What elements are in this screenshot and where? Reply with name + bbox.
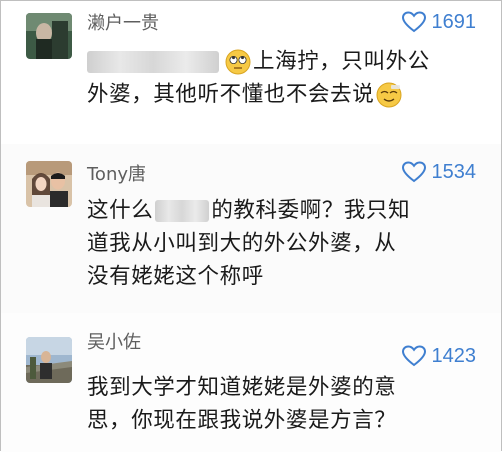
comment-line: 外婆，其他听不懂也不会去说: [87, 82, 375, 107]
avatar[interactable]: [26, 13, 72, 59]
comment-item: 濑户一贵 1691 上海拧，只叫外公 外婆，其他听不懂也不会去说: [1, 1, 501, 144]
comment-line: 没有姥姥这个称呼: [87, 264, 264, 289]
comment-item: Tony唐 1534 这什么 的教科委啊？我只知 道我从小叫到大的外公外婆，从 …: [1, 144, 501, 313]
comment-line: 思，你现在跟我说外婆是方言？: [87, 408, 397, 433]
blurred-mention: [87, 50, 219, 73]
like-button[interactable]: 1691: [401, 9, 477, 35]
username[interactable]: Tony唐: [87, 160, 146, 186]
rolling-eyes-emoji: [225, 49, 251, 74]
comment-line: 道我从小叫到大的外公外婆，从: [87, 231, 397, 256]
blurred-word: [155, 199, 210, 222]
comment-text: 这什么 的教科委啊？我只知 道我从小叫到大的外公外婆，从 没有姥姥这个称呼: [87, 194, 487, 293]
heart-outline-icon: [401, 161, 426, 183]
comment-line: 上海拧，只叫外公: [253, 49, 430, 74]
comment-item: 吴小佐 1423 我到大学才知道姥姥是外婆的意 思，你现在跟我说外婆是方言？: [1, 313, 501, 452]
username[interactable]: 濑户一贵: [87, 9, 159, 35]
comment-text: 我到大学才知道姥姥是外婆的意 思，你现在跟我说外婆是方言？: [87, 371, 487, 437]
like-button[interactable]: 1534: [401, 159, 477, 185]
like-count: 1423: [431, 344, 477, 367]
like-button[interactable]: 1423: [401, 343, 477, 369]
avatar[interactable]: [26, 337, 72, 383]
like-count: 1534: [431, 160, 477, 183]
comment-line: 的教科委啊？我只知: [211, 198, 411, 223]
username[interactable]: 吴小佐: [87, 328, 141, 354]
avatar[interactable]: [26, 161, 72, 207]
comment-text: 上海拧，只叫外公 外婆，其他听不懂也不会去说: [87, 45, 487, 111]
like-count: 1691: [431, 10, 477, 33]
heart-outline-icon: [401, 345, 426, 367]
comment-line: 这什么: [87, 198, 154, 223]
heart-outline-icon: [401, 11, 426, 33]
relieved-emoji: [376, 82, 402, 107]
comment-line: 我到大学才知道姥姥是外婆的意: [87, 375, 397, 400]
